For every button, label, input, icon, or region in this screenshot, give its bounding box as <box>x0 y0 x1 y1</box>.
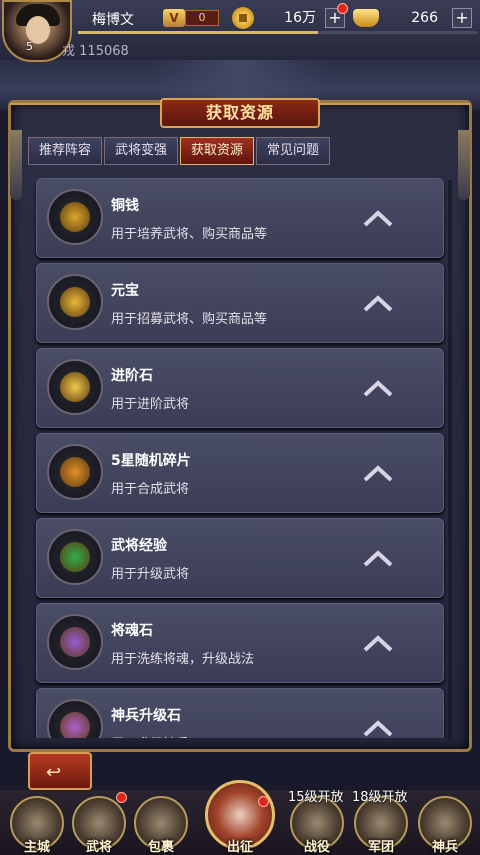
exp-orb-icon <box>47 529 103 585</box>
icon-core <box>60 712 90 738</box>
banner-right-wing <box>320 103 470 113</box>
expand-chevron-icon[interactable] <box>363 464 393 482</box>
resource-item[interactable]: 进阶石 用于进阶武将 <box>36 348 444 428</box>
resource-item[interactable]: 5星随机碎片 用于合成武将 <box>36 433 444 513</box>
expand-chevron-icon[interactable] <box>363 719 393 737</box>
vip-level: 0 <box>185 10 219 26</box>
resource-description: 用于进阶武将 <box>111 397 190 412</box>
banner-left-wing <box>10 103 160 113</box>
expand-chevron-icon[interactable] <box>363 549 393 567</box>
resource-description: 用于招募武将、购买商品等 <box>111 312 268 327</box>
nav-main-city[interactable]: 主城 <box>7 836 67 855</box>
advance-stone-icon <box>47 359 103 415</box>
campaign-lock-label: 15级开放 <box>288 790 344 805</box>
ingot-icon <box>353 9 379 27</box>
resource-item[interactable]: 神兵升级石用于升级神兵 <box>36 688 444 738</box>
expand-chevron-icon[interactable] <box>363 634 393 652</box>
notification-dot <box>337 3 348 14</box>
power-label: 戎 <box>62 44 76 59</box>
resource-item[interactable]: 元宝用于招募武将、购买商品等 <box>36 263 444 343</box>
resource-item[interactable]: 武将经验用于升级武将 <box>36 518 444 598</box>
resource-title: 武将经验 <box>111 538 167 554</box>
resource-item[interactable]: 将魂石用于洗练将魂，升级战法 <box>36 603 444 683</box>
resource-description: 用于洗练将魂，升级战法 <box>111 652 255 667</box>
tab-faq[interactable]: 常见问题 <box>256 137 330 165</box>
tab-recommended-lineup[interactable]: 推荐阵容 <box>28 137 102 165</box>
resource-description: 用于升级武将 <box>111 567 190 582</box>
nav-divine-weapon[interactable]: 神兵 <box>415 836 475 855</box>
icon-core <box>60 542 90 572</box>
expand-chevron-icon[interactable] <box>363 379 393 397</box>
right-tassel <box>458 130 470 200</box>
scrollbar[interactable] <box>448 180 452 740</box>
power-value: 115068 <box>79 44 129 59</box>
expedition-notification-dot <box>258 796 269 807</box>
resource-description: 用于合成武将 <box>111 482 190 497</box>
resource-list[interactable]: 铜钱 用于培养武将、购买商品等 元宝 用于招募武将、购买商品等 进阶石 用于进阶武将 5星随… <box>30 172 450 738</box>
combat-power: 戎 115068 <box>62 40 129 59</box>
icon-core <box>60 627 90 657</box>
expand-chevron-icon[interactable] <box>363 209 393 227</box>
back-button[interactable]: ↩ <box>28 752 92 790</box>
player-name: 梅博文 <box>92 12 134 28</box>
tab-hero-upgrade[interactable]: 武将变强 <box>104 137 178 165</box>
resource-title: 神兵升级石 <box>111 708 181 724</box>
legion-lock-label: 18级开放 <box>352 790 408 805</box>
back-arrow-icon: ↩ <box>46 762 62 783</box>
copper-coin-icon <box>47 189 103 245</box>
nav-bag[interactable]: 包裹 <box>131 836 191 855</box>
hero-notification-dot <box>116 792 127 803</box>
resource-title: 5星随机碎片 <box>111 453 191 469</box>
left-tassel <box>10 130 22 200</box>
fragment-icon <box>47 444 103 500</box>
coin-icon <box>232 7 254 29</box>
weapon-stone-icon <box>47 699 103 738</box>
resource-description: 用于培养武将、购买商品等 <box>111 227 268 242</box>
resource-description: 用于升级神兵 <box>111 733 189 738</box>
icon-core <box>60 202 90 232</box>
resource-title: 将魂石 <box>111 623 153 639</box>
resource-title: 铜钱 <box>111 198 139 214</box>
icon-core <box>60 372 90 402</box>
resource-title: 进阶石 <box>111 368 153 384</box>
coin-value: 16万 <box>284 10 316 26</box>
gold-ingot-icon <box>47 274 103 330</box>
vip-badge[interactable]: V <box>163 9 185 27</box>
nav-expedition[interactable]: 出征 <box>210 836 270 855</box>
screen: { "player": {"name": "梅博文", "level": "5"… <box>0 0 480 855</box>
icon-core <box>60 287 90 317</box>
resource-title: 元宝 <box>111 283 139 299</box>
expand-chevron-icon[interactable] <box>363 294 393 312</box>
ingot-value: 266 <box>411 10 438 26</box>
soul-stone-icon <box>47 614 103 670</box>
nav-legion[interactable]: 军团 <box>351 836 411 855</box>
exp-bar <box>78 31 478 34</box>
player-level: 5 <box>26 40 33 53</box>
panel-title: 获取资源 <box>160 98 320 128</box>
nav-campaign[interactable]: 战役 <box>287 836 347 855</box>
icon-core <box>60 457 90 487</box>
nav-hero[interactable]: 武将 <box>69 836 129 855</box>
resource-item[interactable]: 铜钱用于培养武将、购买商品等 <box>36 178 444 258</box>
tab-get-resources[interactable]: 获取资源 <box>180 137 254 165</box>
add-ingot-button[interactable]: + <box>452 8 472 28</box>
